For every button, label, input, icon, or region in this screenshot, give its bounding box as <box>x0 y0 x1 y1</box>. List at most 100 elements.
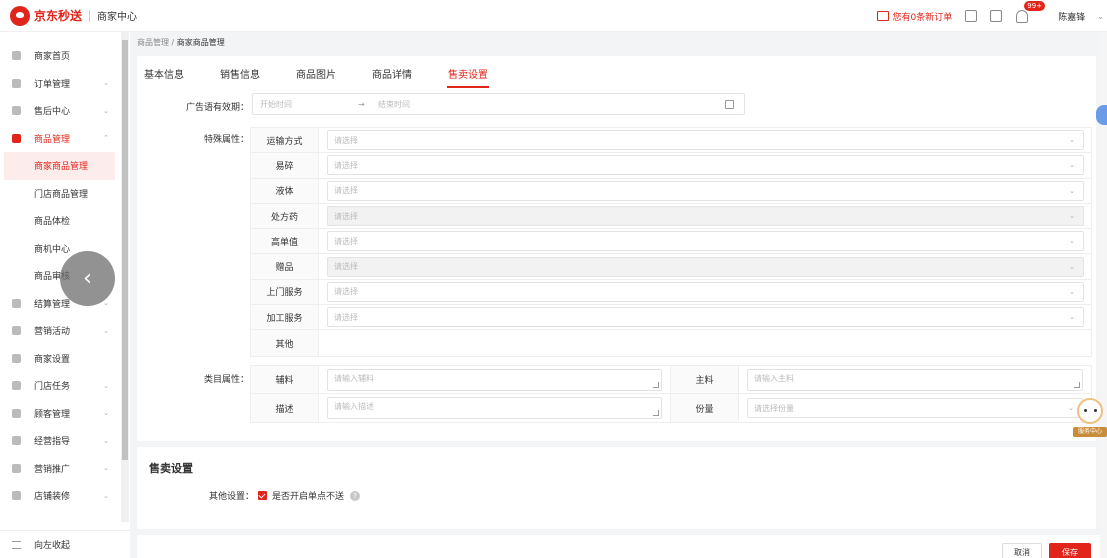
cancel-button[interactable]: 取消 <box>1002 543 1042 558</box>
chevron-down-icon: ⌄ <box>1069 313 1075 322</box>
onsite-service-select[interactable]: 请选择 ⌄ <box>327 281 1084 302</box>
chevron-down-icon: ⌄ <box>103 326 109 335</box>
sidebar-item-customers[interactable]: 顾客管理 ⌄ <box>0 400 121 428</box>
speaker-muted-icon[interactable] <box>876 11 889 21</box>
breadcrumb-parent[interactable]: 商品管理 <box>137 38 169 47</box>
attr-key: 易碎 <box>251 153 319 178</box>
sidebar-item-goods[interactable]: 商品管理 ⌃ <box>0 125 121 153</box>
sidebar-item-label: 营销活动 <box>34 327 71 338</box>
transport-select[interactable]: 请选择 ⌄ <box>327 130 1084 151</box>
sidebar-subitem-goods-check[interactable]: 商品体检 <box>0 207 121 235</box>
tab-goods-detail[interactable]: 商品详情 <box>372 66 412 88</box>
other-settings-label: 其他设置： <box>209 492 255 502</box>
attr-row-transport: 运输方式 请选择 ⌄ <box>251 128 1091 154</box>
no-single-delivery-checkbox[interactable] <box>258 491 268 500</box>
cat-row: 辅料 请输入辅料 主料 请输入主料 <box>251 366 1091 394</box>
chevron-down-icon[interactable]: ⌄ <box>1097 12 1104 21</box>
sidebar-item-label: 结算管理 <box>34 299 71 310</box>
side-float-tab[interactable] <box>1096 105 1107 125</box>
tab-basic-info[interactable]: 基本信息 <box>144 66 184 88</box>
sidebar-item-orders[interactable]: 订单管理 ⌄ <box>0 70 121 98</box>
liquid-select[interactable]: 请选择 ⌄ <box>327 180 1084 201</box>
special-attr-table: 运输方式 请选择 ⌄ 易碎 请选择 ⌄ 液体 请选择 ⌄ 处方药 请选择 ⌄ 高单值 请… <box>250 127 1092 357</box>
sidebar-item-home[interactable]: 商家首页 <box>0 42 121 70</box>
sidebar-item-guide[interactable]: 经营指导 ⌄ <box>0 427 121 455</box>
help-icon[interactable]: ? <box>350 490 361 501</box>
sidebar-item-label: 门店任务 <box>34 382 71 393</box>
aftersale-icon <box>12 106 21 116</box>
select-placeholder: 请选择 <box>334 135 358 145</box>
select-placeholder: 请选择 <box>334 236 358 246</box>
tab-sale-settings[interactable]: 售卖设置 <box>447 66 489 88</box>
main-ingredient-textarea[interactable]: 请输入主料 <box>747 368 1083 391</box>
attr-row-fragile: 易碎 请选择 ⌄ <box>251 153 1091 179</box>
decor-icon <box>12 491 21 501</box>
ad-period-date-range[interactable]: 开始时间 → 结束时间 <box>252 93 745 115</box>
back-floating-button[interactable]: ‹ <box>60 251 115 306</box>
high-value-select[interactable]: 请选择 ⌄ <box>327 231 1084 252</box>
accessory-textarea[interactable]: 请输入辅料 <box>327 368 662 391</box>
description-textarea[interactable]: 请输入描述 <box>327 397 662 419</box>
fragile-select[interactable]: 请选择 ⌄ <box>327 155 1084 176</box>
sidebar-item-tasks[interactable]: 门店任务 ⌄ <box>0 372 121 400</box>
notification-button[interactable]: 99+ <box>1016 0 1046 23</box>
sidebar-item-label: 商品管理 <box>34 134 71 145</box>
breadcrumb-current: 商家商品管理 <box>176 38 225 47</box>
sidebar-item-marketing[interactable]: 营销活动 ⌄ <box>0 317 121 345</box>
other-settings-row: 其他设置： 是否开启单点不送 ? <box>209 489 361 502</box>
tab-bar: 基本信息 销售信息 商品图片 商品详情 售卖设置 <box>144 66 524 88</box>
tab-sales-info[interactable]: 销售信息 <box>220 66 260 88</box>
new-order-notice[interactable]: 您有0条新订单 <box>876 10 952 23</box>
gift-select: 请选择 ⌄ <box>327 256 1084 277</box>
attr-key: 高单值 <box>251 229 319 254</box>
sidebar-item-label: 顾客管理 <box>34 409 71 420</box>
sidebar-subitem-merchant-goods[interactable]: 商家商品管理 <box>4 152 115 180</box>
sidebar-item-label: 经营指导 <box>34 437 71 448</box>
sidebar-item-label: 营销推广 <box>34 464 71 475</box>
category-attr-table: 辅料 请输入辅料 主料 请输入主料 描述 请输入描述 份量 请选择份量 ⌄ <box>250 365 1092 423</box>
checkbox-label[interactable]: 是否开启单点不送 <box>272 489 344 502</box>
attr-key: 其他 <box>251 330 319 356</box>
attr-key: 处方药 <box>251 203 319 229</box>
top-bar: 京东秒送 商家中心 您有0条新订单 99+ 陈嘉锋 ⌄ <box>0 0 1107 32</box>
prescription-select: 请选择 ⌄ <box>327 206 1084 227</box>
logo-subtitle: 商家中心 <box>97 12 138 23</box>
attr-row-onsite-service: 上门服务 请选择 ⌄ <box>251 279 1091 306</box>
sidebar-scrollbar[interactable] <box>121 32 129 522</box>
sidebar-item-label: 商家首页 <box>34 52 71 63</box>
footer-action-bar: 取消 保存 <box>137 535 1107 558</box>
sidebar-subitem-store-goods[interactable]: 门店商品管理 <box>0 180 121 208</box>
main-panel: 基本信息 销售信息 商品图片 商品详情 售卖设置 广告语有效期： 开始时间 → … <box>137 56 1096 441</box>
attr-key: 液体 <box>251 178 319 203</box>
attr-key: 运输方式 <box>251 128 319 153</box>
sidebar-item-label: 售后中心 <box>34 107 71 118</box>
sidebar-item-settings[interactable]: 商家设置 <box>0 345 121 373</box>
chevron-down-icon: ⌄ <box>103 436 109 445</box>
chevron-down-icon: ⌄ <box>1069 262 1075 271</box>
goods-icon <box>12 133 21 143</box>
processing-select[interactable]: 请选择 ⌄ <box>327 307 1084 328</box>
chevron-down-icon: ⌄ <box>103 381 109 390</box>
scrollbar-thumb[interactable] <box>122 40 128 460</box>
portion-select[interactable]: 请选择份量 ⌄ <box>747 398 1083 418</box>
select-placeholder: 请选择 <box>334 287 358 297</box>
cat-row: 描述 请输入描述 份量 请选择份量 ⌄ <box>251 394 1091 422</box>
select-placeholder: 请选择 <box>334 211 358 221</box>
calendar-icon[interactable] <box>725 100 734 109</box>
service-center-button[interactable]: 服务中心 <box>1073 398 1107 440</box>
breadcrumb-separator: / <box>171 38 175 47</box>
attr-key: 加工服务 <box>251 305 319 330</box>
end-date-input[interactable]: 结束时间 <box>378 99 410 110</box>
tablet-icon[interactable] <box>990 10 1003 22</box>
sidebar-item-aftersale[interactable]: 售后中心 ⌄ <box>0 97 121 125</box>
logo[interactable]: 京东秒送 商家中心 <box>10 5 138 26</box>
sidebar-item-decoration[interactable]: 店铺装修 ⌄ <box>0 482 121 510</box>
collapse-sidebar-button[interactable]: 向左收起 <box>0 530 130 558</box>
tab-goods-images[interactable]: 商品图片 <box>296 66 336 88</box>
chevron-down-icon: ⌄ <box>1069 186 1075 195</box>
start-date-input[interactable]: 开始时间 <box>260 99 358 110</box>
sidebar-item-promote[interactable]: 营销推广 ⌄ <box>0 455 121 483</box>
save-button[interactable]: 保存 <box>1049 543 1091 558</box>
printer-icon[interactable] <box>965 10 978 22</box>
user-name[interactable]: 陈嘉锋 <box>1058 10 1085 23</box>
